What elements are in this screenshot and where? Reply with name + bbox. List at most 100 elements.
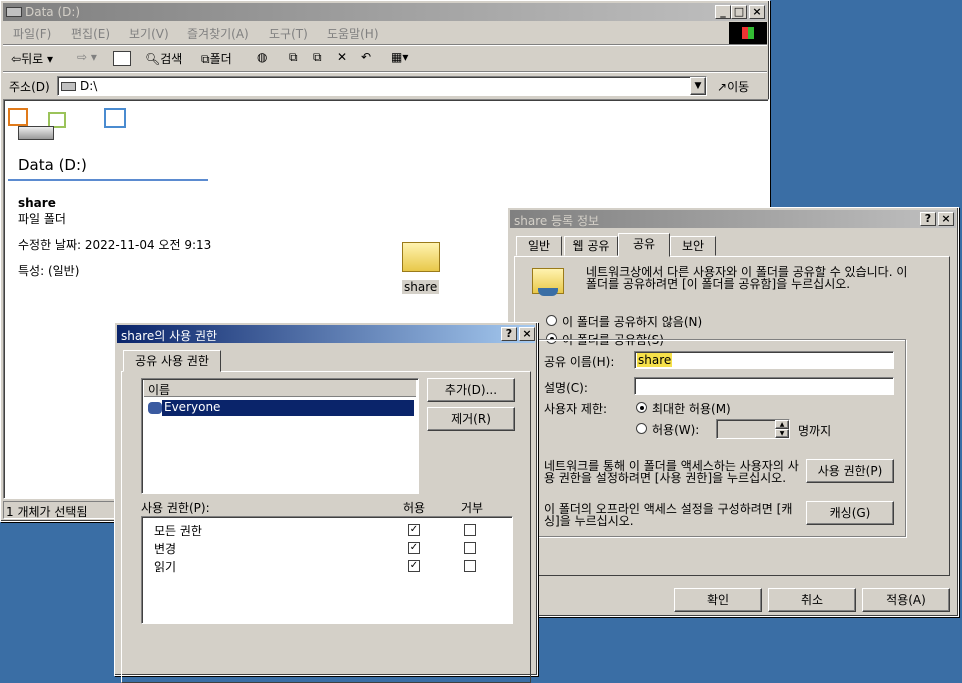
menu-edit[interactable]: 편집(E) bbox=[71, 25, 110, 42]
minimize-button[interactable]: _ bbox=[715, 5, 731, 19]
properties-title: share 등록 정보 bbox=[514, 214, 600, 228]
menu-tools[interactable]: 도구(T) bbox=[269, 25, 308, 42]
address-dropdown-button[interactable]: ▼ bbox=[690, 77, 706, 95]
go-label: 이동 bbox=[727, 80, 750, 94]
allow-header: 허용 bbox=[403, 501, 426, 515]
permission-name: 읽기 bbox=[154, 560, 177, 574]
name-list[interactable]: 이름 Everyone bbox=[141, 378, 419, 494]
spinner-down-button[interactable]: ▼ bbox=[775, 429, 789, 438]
allow-radio[interactable] bbox=[636, 423, 647, 434]
ok-button[interactable]: 확인 bbox=[674, 588, 762, 612]
search-button[interactable]: 🔍︎검색 bbox=[145, 50, 182, 67]
windows-flag-icon bbox=[742, 27, 754, 39]
properties-close-button[interactable]: × bbox=[938, 212, 954, 226]
sharing-info-text: 네트워크상에서 다른 사용자와 이 폴더를 공유할 수 있습니다. 이 폴더를 … bbox=[586, 265, 908, 291]
menu-help[interactable]: 도움말(H) bbox=[327, 25, 379, 42]
go-button[interactable]: ↗이동 bbox=[717, 78, 749, 95]
remove-button[interactable]: 제거(R) bbox=[427, 407, 515, 431]
drive-icon bbox=[6, 7, 22, 17]
menu-favorites[interactable]: 즐겨찾기(A) bbox=[187, 25, 249, 42]
selected-item-type: 파일 폴더 bbox=[18, 212, 66, 226]
drive-title-underline bbox=[8, 179, 208, 181]
back-button[interactable]: ⇦뒤로 ▾ bbox=[11, 50, 53, 67]
close-button[interactable]: × bbox=[749, 5, 765, 19]
folders-button[interactable]: ⧉폴더 bbox=[201, 50, 232, 67]
maximize-button[interactable]: □ bbox=[731, 5, 747, 19]
copy-to-icon[interactable]: ⧉ bbox=[313, 50, 322, 65]
forward-button[interactable]: ⇨ ▾ bbox=[77, 50, 97, 64]
explorer-titlebar[interactable]: Data (D:) _ □ × bbox=[3, 3, 767, 21]
up-folder-icon[interactable] bbox=[113, 51, 131, 66]
attributes: 특성: (일반) bbox=[18, 264, 80, 278]
max-allowed-radio[interactable] bbox=[636, 402, 647, 413]
tab-web-sharing[interactable]: 웹 공유 bbox=[564, 236, 618, 256]
permissions-dialog: share의 사용 권한 ? × 공유 사용 권한 이름 Everyone 추가… bbox=[114, 322, 538, 683]
permissions-text: 네트워크를 통해 이 폴더를 액세스하는 사용자의 사용 권한을 설정하려면 [… bbox=[544, 459, 799, 485]
permissions-list: 모든 권한 ✓ 변경 ✓ 읽기 ✓ bbox=[141, 516, 513, 624]
address-label: 주소(D) bbox=[9, 80, 50, 94]
permissions-label: 사용 권한(P): bbox=[141, 501, 210, 515]
no-share-label[interactable]: 이 폴더를 공유하지 않음(N) bbox=[562, 313, 702, 330]
menu-file[interactable]: 파일(F) bbox=[13, 25, 51, 42]
back-label: 뒤로 bbox=[21, 52, 44, 66]
add-button[interactable]: 추가(D)... bbox=[427, 378, 515, 402]
apply-button[interactable]: 적용(A) bbox=[862, 588, 950, 612]
move-to-icon[interactable]: ⧉ bbox=[289, 50, 298, 65]
users-group-icon bbox=[148, 402, 162, 414]
permission-row-change: 변경 ✓ bbox=[142, 539, 510, 557]
permission-name: 모든 권한 bbox=[154, 524, 202, 538]
properties-titlebar[interactable]: share 등록 정보 ? × bbox=[510, 210, 956, 228]
search-icon: 🔍︎ bbox=[145, 52, 161, 66]
tab-sharing[interactable]: 공유 bbox=[618, 233, 670, 257]
address-field[interactable]: D:\ ▼ bbox=[57, 76, 707, 96]
allow-change-checkbox[interactable]: ✓ bbox=[408, 542, 420, 554]
permission-row-full: 모든 권한 ✓ bbox=[142, 521, 510, 539]
share-folder-item[interactable]: share bbox=[396, 236, 446, 296]
name-column-header[interactable]: 이름 bbox=[144, 380, 416, 397]
deny-change-checkbox[interactable] bbox=[464, 542, 476, 554]
tab-security[interactable]: 보안 bbox=[670, 236, 716, 256]
user-limit-label: 사용자 제한: bbox=[544, 402, 608, 416]
undo-icon[interactable]: ↶ bbox=[361, 50, 371, 64]
perm-help-button[interactable]: ? bbox=[501, 327, 517, 341]
search-label: 검색 bbox=[160, 52, 183, 66]
menu-view[interactable]: 보기(V) bbox=[129, 25, 169, 42]
folders-label: 폴더 bbox=[209, 52, 232, 66]
no-share-radio[interactable] bbox=[546, 315, 557, 326]
deny-full-checkbox[interactable] bbox=[464, 524, 476, 536]
deny-header: 거부 bbox=[461, 501, 484, 515]
drive-small-icon bbox=[61, 82, 76, 91]
views-icon[interactable]: ▦▾ bbox=[391, 50, 408, 64]
status-bar: 1 개체가 선택됨 bbox=[3, 501, 123, 519]
banner-drive-icon bbox=[18, 126, 54, 140]
max-allowed-label[interactable]: 최대한 허용(M) bbox=[652, 400, 731, 417]
windows-logo bbox=[729, 22, 767, 44]
tab-share-permissions[interactable]: 공유 사용 권한 bbox=[123, 350, 221, 372]
permissions-titlebar[interactable]: share의 사용 권한 ? × bbox=[117, 325, 535, 343]
caching-button[interactable]: 캐싱(G) bbox=[806, 501, 894, 525]
toolbar-divider bbox=[3, 71, 767, 73]
allow-read-checkbox[interactable]: ✓ bbox=[408, 560, 420, 572]
description-label: 설명(C): bbox=[544, 381, 588, 395]
delete-icon[interactable]: ✕ bbox=[337, 50, 347, 64]
selected-item-name: share bbox=[18, 196, 56, 210]
list-item[interactable]: Everyone bbox=[146, 399, 414, 417]
allow-full-checkbox[interactable]: ✓ bbox=[408, 524, 420, 536]
menubar-divider bbox=[3, 44, 767, 46]
tab-general[interactable]: 일반 bbox=[516, 236, 562, 256]
cancel-button[interactable]: 취소 bbox=[768, 588, 856, 612]
description-field[interactable] bbox=[634, 377, 894, 395]
permission-name: 변경 bbox=[154, 542, 177, 556]
list-item-label: Everyone bbox=[162, 400, 414, 416]
allow-label[interactable]: 허용(W): bbox=[652, 421, 699, 438]
perm-close-button[interactable]: × bbox=[519, 327, 535, 341]
share-name-field[interactable]: share bbox=[634, 351, 894, 369]
history-icon[interactable]: ◍ bbox=[257, 50, 267, 64]
help-button[interactable]: ? bbox=[920, 212, 936, 226]
user-count-spinner[interactable]: ▲ ▼ bbox=[716, 419, 790, 439]
spinner-up-button[interactable]: ▲ bbox=[775, 420, 789, 429]
caching-text: 이 폴더의 오프라인 액세스 설정을 구성하려면 [캐싱]을 누르십시오. bbox=[544, 502, 793, 528]
permissions-button[interactable]: 사용 권한(P) bbox=[806, 459, 894, 483]
deny-read-checkbox[interactable] bbox=[464, 560, 476, 572]
explorer-title: Data (D:) bbox=[25, 5, 81, 19]
